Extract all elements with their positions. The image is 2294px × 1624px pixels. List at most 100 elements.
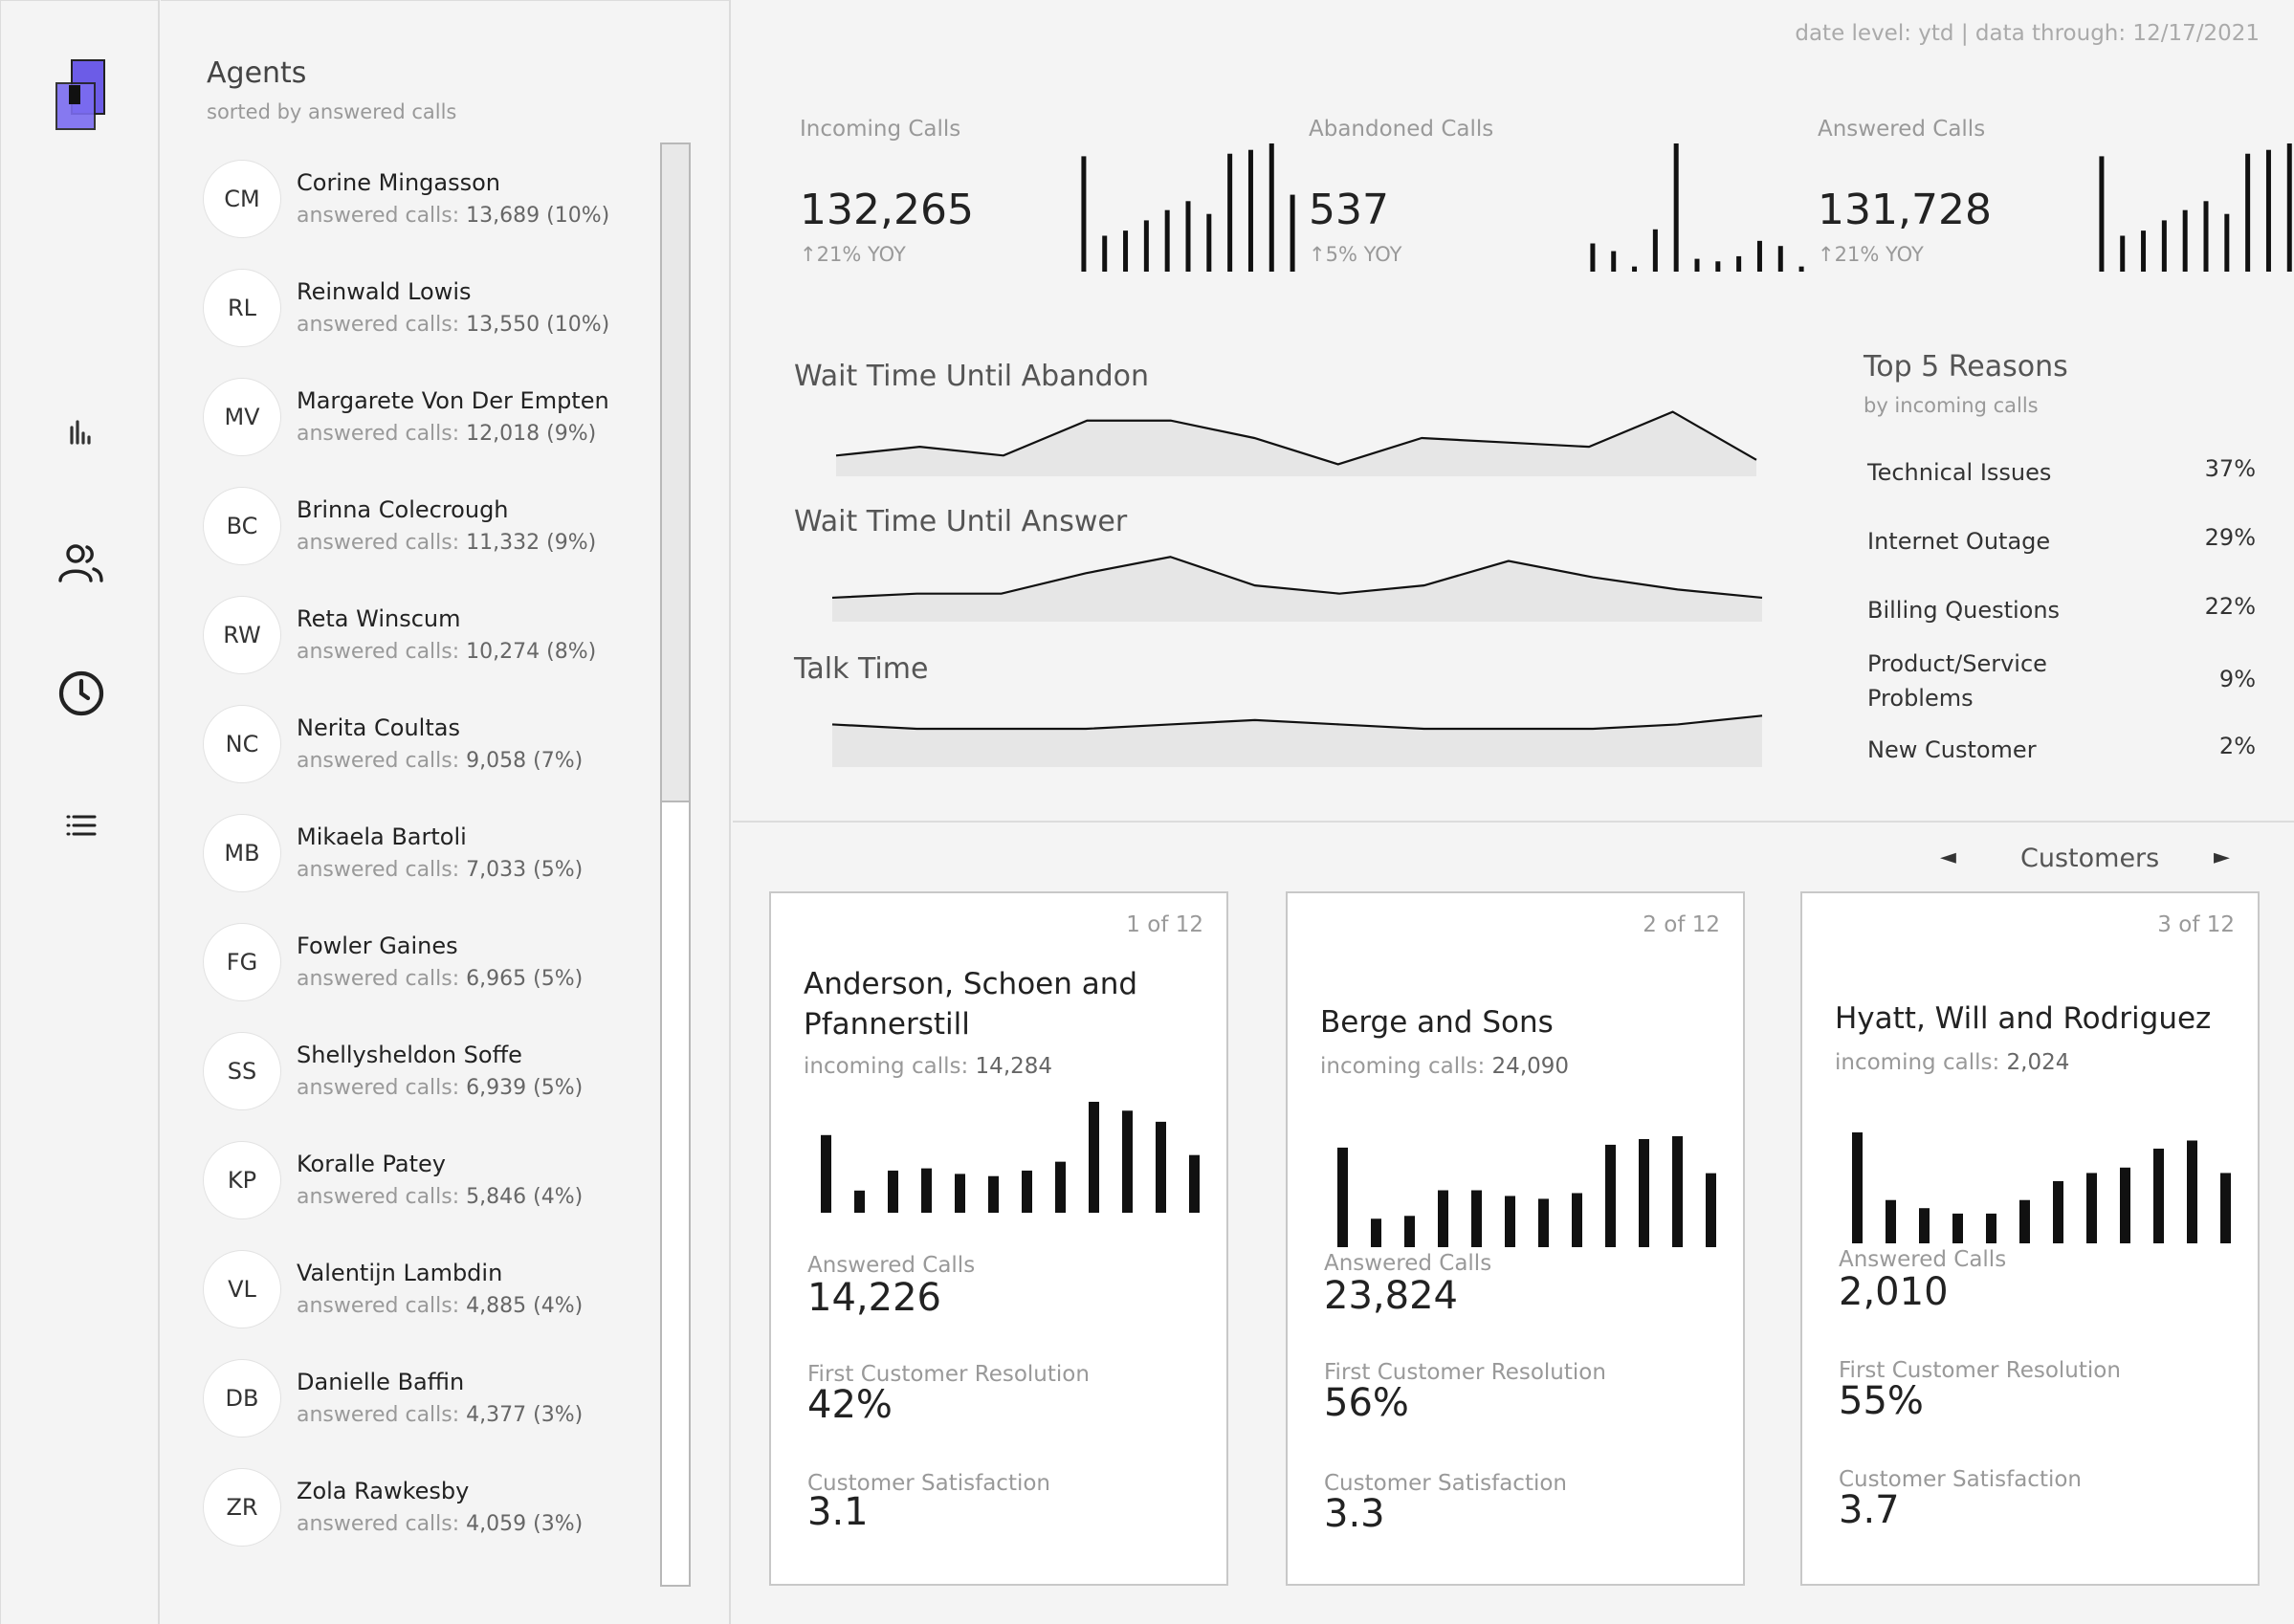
reason-percent: 29% <box>2204 524 2256 551</box>
agent-stat-label: answered calls: <box>297 1076 460 1100</box>
bar <box>1706 1173 1716 1247</box>
bar <box>2120 1167 2130 1243</box>
customer-bar-chart <box>1337 1136 1716 1247</box>
agent-stat-label: answered calls: <box>297 1403 460 1427</box>
bar <box>988 1175 999 1213</box>
wait-abandon-title: Wait Time Until Abandon <box>794 360 1150 393</box>
agent-answered-calls: answered calls: 6,939 (5%) <box>297 1076 583 1100</box>
card-index: 1 of 12 <box>1126 912 1203 937</box>
agent-answered-calls: answered calls: 7,033 (5%) <box>297 858 583 882</box>
agent-row[interactable]: ZR Zola Rawkesby answered calls: 4,059 (3%… <box>203 1462 681 1568</box>
metric-value: 23,824 <box>1324 1274 1458 1318</box>
agent-row[interactable]: RW Reta Winscum answered calls: 10,274 (8%… <box>203 590 681 695</box>
agent-answered-calls: answered calls: 11,332 (9%) <box>297 531 596 555</box>
metric-value: 56% <box>1324 1381 1409 1425</box>
bar <box>1268 143 1274 272</box>
reason-percent: 22% <box>2204 593 2256 620</box>
incoming-value: 14,284 <box>975 1054 1053 1079</box>
metric-value: 14,226 <box>807 1276 941 1320</box>
dashboard: Agents sorted by answered calls CM Corine… <box>0 0 2294 1624</box>
agent-row[interactable]: FG Fowler Gaines answered calls: 6,965 (5%… <box>203 917 681 1022</box>
metric-label: Answered Calls <box>807 1253 976 1278</box>
agents-subtitle: sorted by answered calls <box>207 100 457 123</box>
customers-pager-label: Customers <box>2020 844 2160 873</box>
avatar: ZR <box>203 1468 281 1547</box>
agent-row[interactable]: KP Koralle Patey answered calls: 5,846 (4%… <box>203 1135 681 1240</box>
agent-stat-label: answered calls: <box>297 204 460 228</box>
customer-incoming-calls: incoming calls: 2,024 <box>1835 1050 2069 1075</box>
agent-row[interactable]: MB Mikaela Bartoli answered calls: 7,033 (… <box>203 808 681 913</box>
agent-row[interactable]: RL Reinwald Lowis answered calls: 13,550 (… <box>203 263 681 368</box>
bar-chart-icon[interactable] <box>53 403 110 460</box>
agent-list: CM Corine Mingasson answered calls: 13,689… <box>203 154 681 1589</box>
agent-scrollbar[interactable] <box>660 143 691 1587</box>
agent-stat-value: 4,377 (3%) <box>466 1403 584 1427</box>
customer-card: 3 of 12 Hyatt, Will and Rodriguez incoming… <box>1800 891 2260 1586</box>
bar <box>2161 220 2167 272</box>
kpi-value: 131,728 <box>1818 186 1992 234</box>
logo-icon[interactable] <box>55 58 108 131</box>
incoming-calls-bar-chart <box>1081 143 1295 272</box>
bar <box>888 1170 898 1213</box>
area-fill <box>836 411 1756 476</box>
agent-answered-calls: answered calls: 13,550 (10%) <box>297 313 609 337</box>
list-icon[interactable] <box>53 797 110 854</box>
kpi-yoy: ↑5% YOY <box>1309 243 1402 266</box>
customer-incoming-calls: incoming calls: 24,090 <box>1320 1054 1569 1079</box>
nav-rail <box>0 0 160 1624</box>
reason-label: Internet Outage <box>1867 528 2051 555</box>
bar <box>1290 194 1295 272</box>
agent-stat-label: answered calls: <box>297 1512 460 1536</box>
bar <box>1247 149 1253 272</box>
agent-row[interactable]: CM Corine Mingasson answered calls: 13,689… <box>203 154 681 259</box>
incoming-value: 2,024 <box>2006 1050 2070 1075</box>
bar <box>1081 156 1087 272</box>
agent-row[interactable]: DB Danielle Baffin answered calls: 4,377 (… <box>203 1353 681 1459</box>
kpi-label: Abandoned Calls <box>1309 117 1494 142</box>
agent-answered-calls: answered calls: 4,059 (3%) <box>297 1512 583 1536</box>
bar <box>1089 1102 1099 1213</box>
prev-customer-button[interactable]: ◄ <box>1940 845 1956 869</box>
agent-row[interactable]: NC Nerita Coultas answered calls: 9,058 (7… <box>203 699 681 804</box>
bar <box>1611 251 1617 272</box>
bar <box>1185 201 1191 272</box>
agent-row[interactable]: MV Margarete Von Der Empten answered calls… <box>203 372 681 477</box>
metric-label: Answered Calls <box>1324 1251 1492 1276</box>
users-icon[interactable] <box>53 535 110 592</box>
avatar: FG <box>203 923 281 1001</box>
avatar: VL <box>203 1250 281 1328</box>
agent-name: Margarete Von Der Empten <box>297 387 609 414</box>
customer-bar-chart <box>821 1102 1200 1213</box>
bar <box>1189 1154 1200 1213</box>
agent-scrollbar-thumb[interactable] <box>662 144 689 802</box>
agent-stat-value: 5,846 (4%) <box>466 1185 584 1209</box>
top-reasons-subtitle: by incoming calls <box>1864 394 2039 417</box>
metric-value: 3.1 <box>807 1490 869 1534</box>
agent-stat-value: 9,058 (7%) <box>466 749 584 773</box>
agent-row[interactable]: SS Shellysheldon Soffe answered calls: 6,9… <box>203 1026 681 1131</box>
agent-stat-value: 4,059 (3%) <box>466 1512 584 1536</box>
agent-name: Shellysheldon Soffe <box>297 1042 522 1068</box>
bar <box>955 1174 965 1213</box>
wait-answer-area-chart <box>831 556 1763 622</box>
bar <box>2245 153 2251 272</box>
agent-name: Mikaela Bartoli <box>297 823 467 850</box>
agent-stat-label: answered calls: <box>297 422 460 446</box>
agent-answered-calls: answered calls: 12,018 (9%) <box>297 422 596 446</box>
agent-stat-value: 11,332 (9%) <box>466 531 597 555</box>
bar <box>1538 1198 1549 1247</box>
agent-row[interactable]: VL Valentijn Lambdin answered calls: 4,885… <box>203 1244 681 1350</box>
kpi-incoming-calls: Incoming Calls 132,265 ↑21% YOY <box>800 117 1297 279</box>
agent-stat-label: answered calls: <box>297 1185 460 1209</box>
bar <box>1652 229 1658 272</box>
bar <box>1404 1216 1415 1247</box>
clock-icon[interactable] <box>53 665 110 722</box>
bar <box>2019 1199 2030 1243</box>
agent-row[interactable]: BC Brinna Colecrough answered calls: 11,33… <box>203 481 681 586</box>
agent-answered-calls: answered calls: 13,689 (10%) <box>297 204 609 228</box>
metric-value: 55% <box>1839 1379 1924 1423</box>
bar <box>1505 1196 1515 1247</box>
next-customer-button[interactable]: ► <box>2214 845 2230 869</box>
bar <box>1639 1138 1649 1247</box>
incoming-label: incoming calls: <box>1835 1050 2000 1075</box>
